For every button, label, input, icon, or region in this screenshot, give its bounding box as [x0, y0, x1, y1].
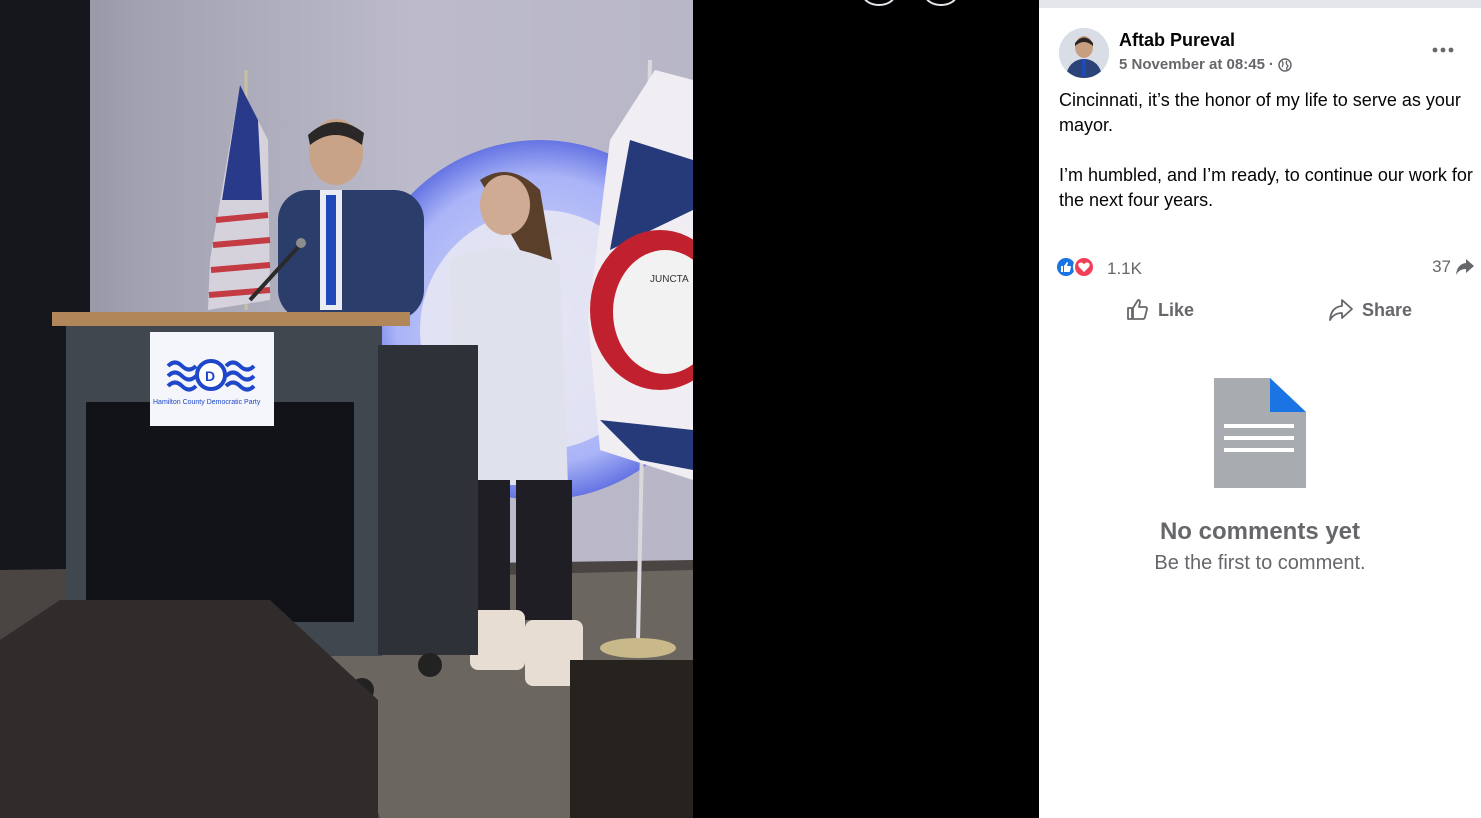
avatar[interactable]	[1059, 28, 1109, 78]
share-count[interactable]: 37	[1432, 257, 1475, 277]
author-name[interactable]: Aftab Pureval	[1119, 30, 1235, 51]
viewer-controls[interactable]	[862, 0, 986, 11]
post-actions: Like Share	[1055, 288, 1475, 332]
stage-scene-image: JUNCTA D Hamilton County Democratic Part…	[0, 0, 693, 818]
post-header: Aftab Pureval 5 November at 08:45 ·	[1059, 28, 1465, 84]
podium-sign-text: Hamilton County Democratic Party	[153, 399, 261, 406]
share-label: Share	[1361, 299, 1413, 320]
flag-text: JUNCTA	[650, 274, 689, 285]
document-icon	[1214, 378, 1306, 488]
empty-comments-subtitle: Be the first to comment.	[1154, 552, 1366, 574]
post-meta: 5 November at 08:45 ·	[1119, 56, 1292, 73]
reaction-icons[interactable]	[1055, 256, 1095, 278]
post-timestamp[interactable]: 5 November at 08:45	[1119, 56, 1265, 73]
post-paragraph: Cincinnati, it’s the honor of my life to…	[1059, 90, 1461, 135]
comments-empty-state: No comments yet Be the first to comment.	[1039, 378, 1481, 575]
post-paragraph: I’m humbled, and I’m ready, to continue …	[1059, 165, 1473, 210]
thumbs-up-icon	[1127, 299, 1148, 320]
share-icon	[1329, 299, 1353, 321]
globe-icon	[1278, 57, 1292, 72]
more-options-button[interactable]	[1427, 34, 1459, 66]
share-arrow-icon	[1456, 259, 1474, 275]
empty-comments-title: No comments yet	[1159, 518, 1361, 545]
like-button[interactable]: Like	[1055, 288, 1265, 332]
more-dots-icon	[1432, 47, 1454, 53]
meta-separator: ·	[1268, 56, 1274, 73]
post-panel: Aftab Pureval 5 November at 08:45 · Cinc…	[1039, 0, 1481, 818]
control-icon[interactable]	[862, 0, 896, 6]
photo-viewer: JUNCTA D Hamilton County Democratic Part…	[0, 0, 1039, 818]
post-message: Cincinnati, it’s the honor of my life to…	[1059, 88, 1475, 238]
reactions-summary: 1.1K 37	[1055, 252, 1475, 282]
svg-text:D: D	[205, 368, 215, 384]
share-button[interactable]: Share	[1265, 288, 1475, 332]
reaction-count[interactable]: 1.1K	[1107, 259, 1142, 279]
control-icon[interactable]	[924, 0, 958, 6]
love-reaction-icon	[1073, 256, 1095, 278]
post-photo[interactable]: JUNCTA D Hamilton County Democratic Part…	[0, 0, 693, 818]
like-label: Like	[1157, 299, 1195, 320]
share-count-value: 37	[1432, 257, 1451, 276]
